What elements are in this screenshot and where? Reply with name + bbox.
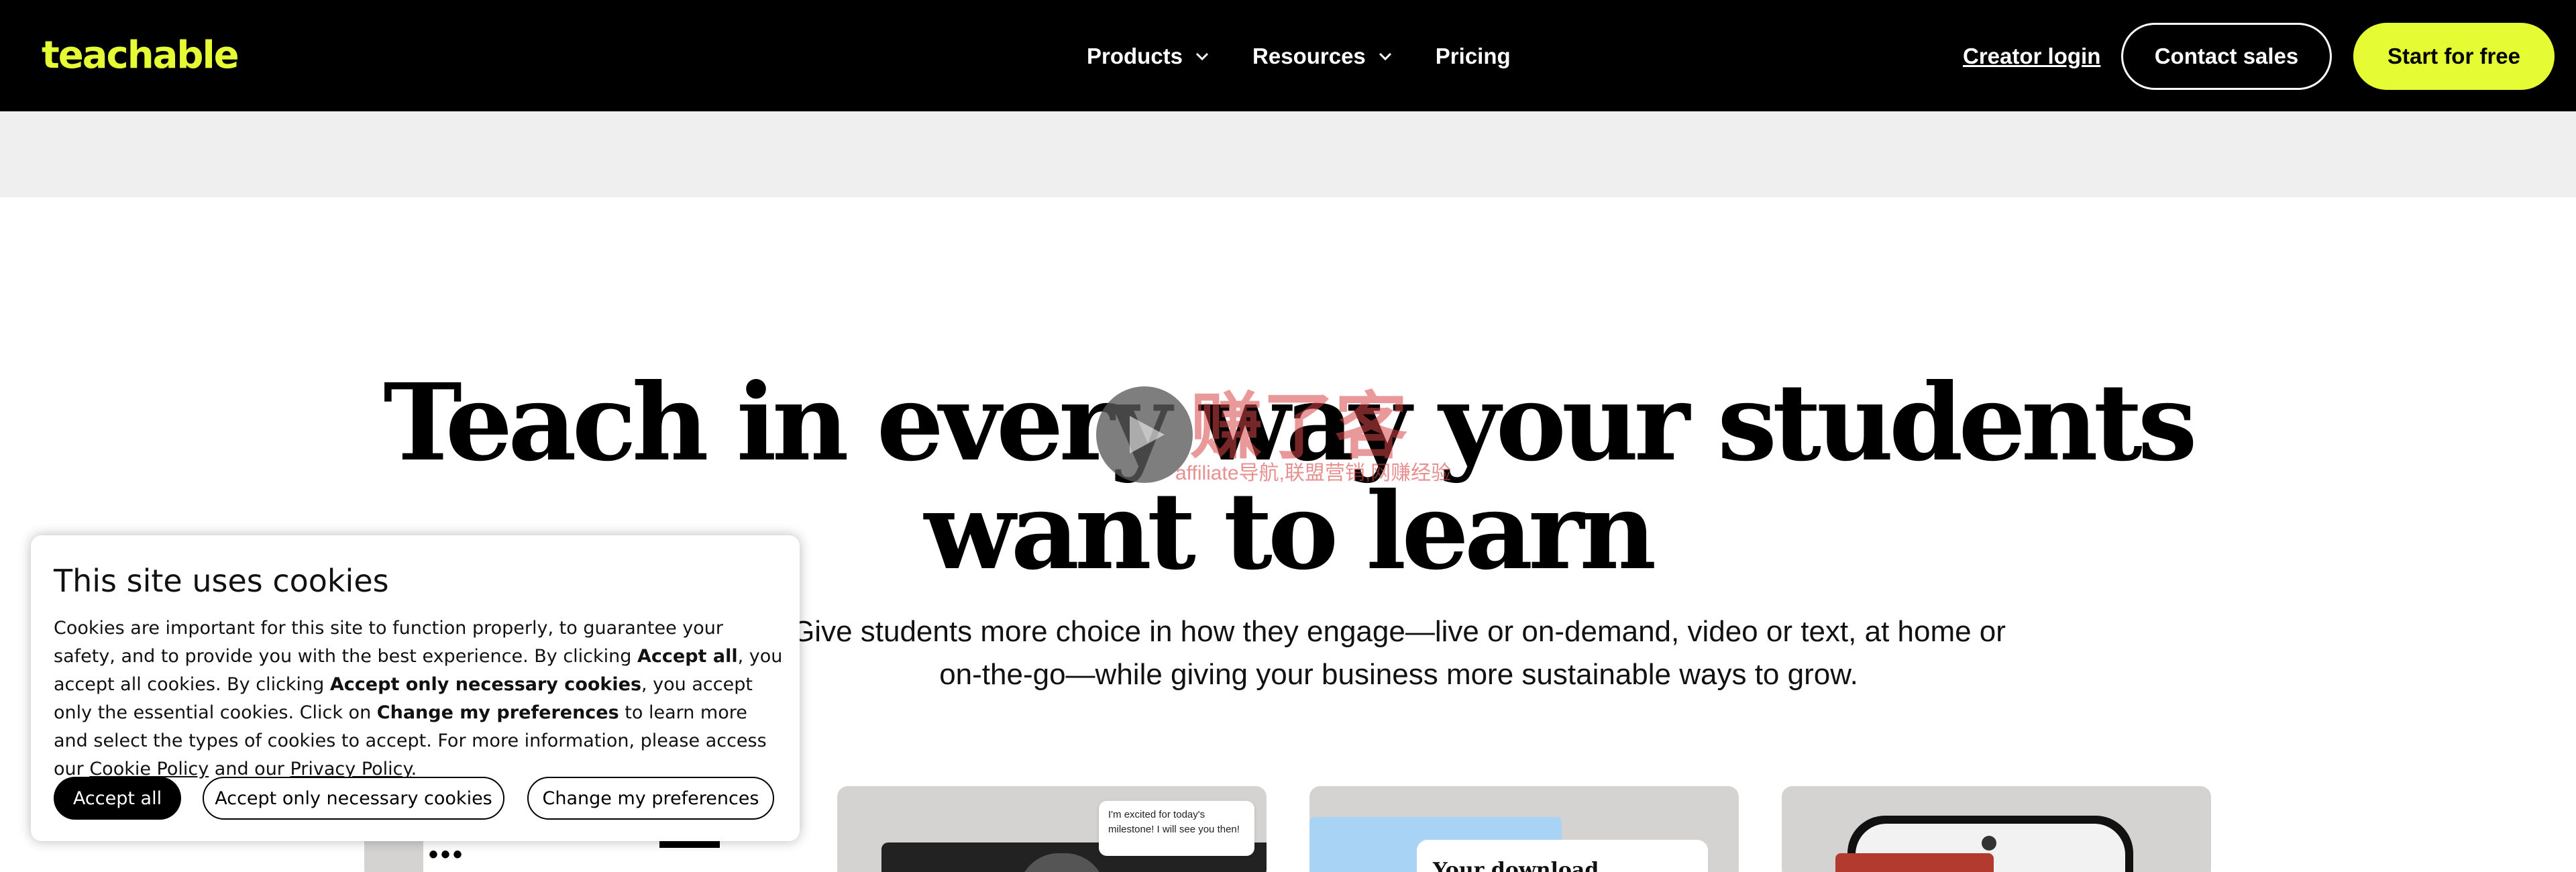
hero-title-line-1: Teach in every way your students — [383, 361, 2197, 485]
download-title: Your download — [1417, 840, 1708, 872]
cookie-banner-text: Cookies are important for this site to f… — [54, 614, 785, 783]
feature-card-coaching[interactable]: I'm excited for today's milestone! I wil… — [837, 786, 1267, 872]
contact-sales-button[interactable]: Contact sales — [2121, 23, 2332, 90]
nav-item-products[interactable]: Products — [1087, 44, 1211, 69]
announcement-band — [0, 111, 2576, 197]
creator-login-link[interactable]: Creator login — [1963, 40, 2100, 72]
feature-card-mobile[interactable] — [1782, 786, 2211, 872]
hero-title-line-2: want to learn — [924, 470, 1657, 594]
chevron-down-icon — [1377, 48, 1394, 65]
progress-bar — [659, 841, 720, 848]
nav-item-products-label: Products — [1087, 44, 1183, 68]
top-navigation-bar: teachable Products Resources Pricing Cre… — [0, 0, 2576, 111]
nav-item-resources[interactable]: Resources — [1252, 44, 1394, 69]
chat-bubble: I'm excited for today's milestone! I wil… — [1099, 801, 1254, 856]
nav-item-pricing-label: Pricing — [1435, 44, 1511, 68]
main-menu: Products Resources Pricing — [1087, 40, 1511, 72]
chevron-down-icon — [1193, 48, 1211, 65]
cookie-text-bold: Change my preferences — [376, 702, 619, 723]
nav-item-pricing[interactable]: Pricing — [1436, 44, 1511, 69]
nav-item-resources-label: Resources — [1252, 44, 1366, 68]
accept-necessary-cookies-button[interactable]: Accept only necessary cookies — [203, 777, 504, 820]
accept-all-button[interactable]: Accept all — [54, 777, 181, 820]
cookie-text-bold: Accept all — [637, 646, 738, 667]
cookie-banner-title: This site uses cookies — [54, 563, 389, 599]
hero-subtitle: Give students more choice in how they en… — [792, 615, 2006, 691]
cookie-consent-banner: This site uses cookies Cookies are impor… — [31, 535, 800, 841]
cookie-text-bold: Accept only necessary cookies — [329, 674, 642, 695]
start-for-free-button[interactable]: Start for free — [2353, 23, 2555, 90]
more-dots-icon: ••• — [429, 840, 466, 869]
teachable-logo[interactable]: teachable — [42, 34, 239, 78]
cookie-text-part: Cookies are important for this site to f… — [54, 618, 723, 667]
phone-content-banner — [1835, 853, 1994, 872]
change-preferences-button[interactable]: Change my preferences — [527, 777, 774, 820]
phone-camera-icon — [1982, 836, 1996, 851]
feature-card-download[interactable]: Your download — [1309, 786, 1739, 872]
